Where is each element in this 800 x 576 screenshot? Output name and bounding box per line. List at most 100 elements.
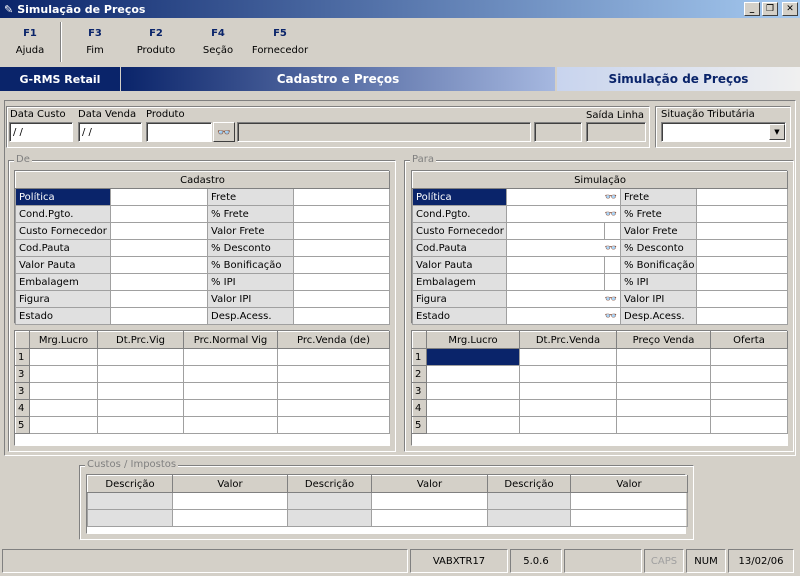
de-embalagem-value[interactable] [110, 273, 208, 291]
de-ipi-value[interactable] [292, 273, 391, 291]
grid-cell[interactable] [183, 382, 278, 400]
grid-cell[interactable] [616, 365, 711, 383]
table-row[interactable]: 1 [412, 348, 788, 366]
grid-cell[interactable] [172, 492, 288, 510]
binoculars-icon[interactable]: 👓 [605, 311, 617, 322]
grid-cell[interactable] [710, 399, 788, 417]
grid-cell[interactable] [519, 382, 617, 400]
grid-cell[interactable] [183, 416, 278, 434]
grid-cell[interactable] [426, 416, 520, 434]
grid-cell[interactable] [172, 509, 288, 527]
table-row[interactable]: 5 [412, 416, 788, 434]
f4-section-button[interactable]: F4 Seção [184, 19, 252, 65]
para-politica-value[interactable]: 👓 [506, 188, 621, 206]
grid-cell[interactable] [426, 399, 520, 417]
grid-cell[interactable] [97, 382, 184, 400]
de-valor-pauta-value[interactable] [110, 256, 208, 274]
data-venda-field[interactable]: / / [78, 122, 142, 142]
table-row[interactable]: 3 [15, 365, 390, 383]
f1-help-button[interactable]: F1 Ajuda [0, 19, 60, 65]
grid-cell[interactable] [277, 399, 390, 417]
grid-cell[interactable] [710, 382, 788, 400]
table-row[interactable]: 4 [15, 399, 390, 417]
grid-cell[interactable] [426, 365, 520, 383]
grid-cell[interactable] [29, 416, 98, 434]
para-codpauta-value[interactable]: 👓 [506, 239, 621, 257]
grid-cell[interactable] [519, 348, 617, 366]
table-row[interactable]: 2 [412, 365, 788, 383]
para-frete-value[interactable] [695, 188, 789, 206]
binoculars-icon[interactable]: 👓 [605, 243, 617, 254]
binoculars-icon[interactable]: 👓 [605, 192, 617, 203]
para-custo-fornecedor-value[interactable] [506, 222, 605, 240]
de-politica-label[interactable]: Política [15, 188, 111, 206]
grid-cell[interactable] [616, 399, 711, 417]
table-row[interactable]: 5 [15, 416, 390, 434]
grid-cell[interactable] [97, 348, 184, 366]
grid-cell[interactable] [570, 509, 688, 527]
para-desconto-value[interactable] [695, 239, 789, 257]
grid-cell-selected[interactable] [426, 348, 520, 366]
para-bonificacao-value[interactable] [695, 256, 789, 274]
para-valor-pauta-value[interactable] [506, 256, 605, 274]
para-figura-value[interactable]: 👓 [506, 290, 621, 308]
para-ipi-value[interactable] [695, 273, 789, 291]
binoculars-icon[interactable]: 👓 [605, 209, 617, 220]
grid-cell[interactable] [519, 399, 617, 417]
close-button[interactable]: ✕ [782, 2, 798, 16]
situacao-select[interactable] [661, 122, 786, 142]
grid-cell[interactable] [519, 365, 617, 383]
de-frete-value[interactable] [292, 188, 391, 206]
de-codpauta-value[interactable] [110, 239, 208, 257]
grid-cell[interactable] [277, 365, 390, 383]
grid-cell[interactable] [97, 399, 184, 417]
para-politica-label[interactable]: Política [412, 188, 507, 206]
grid-cell[interactable] [371, 492, 488, 510]
grid-cell[interactable] [710, 348, 788, 366]
f5-supplier-button[interactable]: F5 Fornecedor [252, 19, 308, 65]
data-custo-field[interactable]: / / [9, 122, 73, 142]
de-valor-ipi-value[interactable] [292, 290, 391, 308]
para-estado-value[interactable]: 👓 [506, 307, 621, 325]
table-row[interactable] [87, 492, 688, 510]
grid-cell[interactable] [29, 348, 98, 366]
grid-cell[interactable] [426, 382, 520, 400]
table-row[interactable]: 3 [15, 382, 390, 400]
f3-exit-button[interactable]: F3 Fim [62, 19, 128, 65]
grid-cell[interactable] [183, 348, 278, 366]
para-condpgto-value[interactable]: 👓 [506, 205, 621, 223]
grid-cell[interactable] [616, 348, 711, 366]
de-politica-value[interactable] [110, 188, 208, 206]
restore-button[interactable]: ❐ [762, 2, 778, 16]
minimize-button[interactable]: _ [744, 2, 760, 16]
f2-product-button[interactable]: F2 Produto [128, 19, 184, 65]
para-embalagem-value[interactable] [506, 273, 605, 291]
table-row[interactable]: 1 [15, 348, 390, 366]
grid-cell[interactable] [277, 416, 390, 434]
table-row[interactable]: 3 [412, 382, 788, 400]
grid-cell[interactable] [371, 509, 488, 527]
grid-cell[interactable] [570, 492, 688, 510]
table-row[interactable]: 4 [412, 399, 788, 417]
de-figura-value[interactable] [110, 290, 208, 308]
grid-cell[interactable] [616, 382, 711, 400]
grid-cell[interactable] [710, 416, 788, 434]
table-row[interactable] [87, 509, 688, 527]
grid-cell[interactable] [29, 365, 98, 383]
grid-cell[interactable] [183, 399, 278, 417]
grid-cell[interactable] [710, 365, 788, 383]
de-pct-frete-value[interactable] [292, 205, 391, 223]
grid-cell[interactable] [183, 365, 278, 383]
grid-cell[interactable] [277, 382, 390, 400]
de-bonificacao-value[interactable] [292, 256, 391, 274]
grid-cell[interactable] [29, 399, 98, 417]
de-desconto-value[interactable] [292, 239, 391, 257]
de-condpgto-value[interactable] [110, 205, 208, 223]
binoculars-icon[interactable]: 👓 [605, 294, 617, 305]
situacao-dropdown-button[interactable]: ▼ [769, 124, 785, 140]
para-pct-frete-value[interactable] [695, 205, 789, 223]
grid-cell[interactable] [616, 416, 711, 434]
grid-cell[interactable] [519, 416, 617, 434]
de-valor-frete-value[interactable] [292, 222, 391, 240]
produto-search-button[interactable]: 👓 [213, 122, 235, 142]
